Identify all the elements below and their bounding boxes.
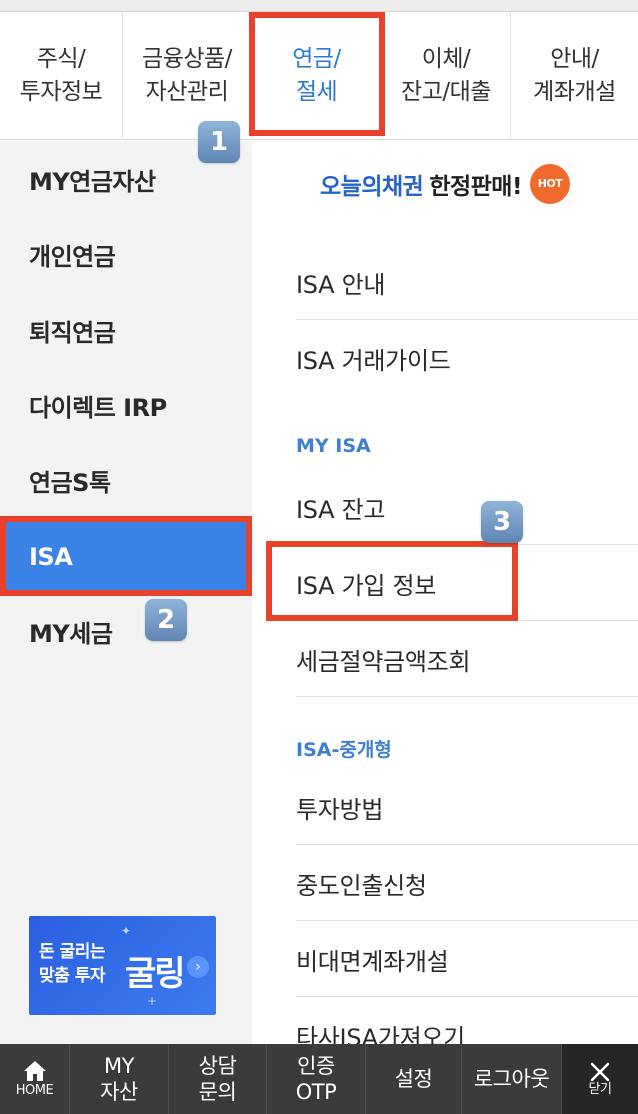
banner-line-1: 돈 굴리는 — [39, 942, 105, 962]
gulling-promo-banner[interactable]: ✦ + 돈 굴리는 맞춤 투자 굴링 › — [29, 916, 216, 1015]
step-3-badge: 3 — [481, 501, 523, 543]
step-1-badge: 1 — [198, 121, 240, 163]
promo-highlight: 오늘의채권 — [320, 174, 424, 200]
left-menu-my-tax[interactable]: MY세금 — [0, 593, 252, 669]
my-assets-button[interactable]: MY 자산 — [70, 1044, 169, 1114]
step-2-badge: 2 — [145, 599, 187, 641]
settings-button[interactable]: 설정 — [366, 1044, 462, 1114]
close-button[interactable]: 닫기 — [562, 1044, 638, 1114]
banner-text: 돈 굴리는 맞춤 투자 — [39, 940, 105, 988]
sparkle-icon: + — [147, 994, 158, 1008]
tab-label: 금융상품/ 자산관리 — [142, 46, 232, 105]
highlight-box-pension-tab — [249, 12, 385, 136]
tab-guide-account[interactable]: 안내/ 계좌개설 — [511, 12, 638, 140]
home-label: HOME — [15, 1083, 54, 1098]
consultation-button[interactable]: 상담 문의 — [169, 1044, 267, 1114]
tab-label: 주식/ 투자정보 — [19, 46, 103, 105]
close-label: 닫기 — [588, 1082, 612, 1097]
bottom-navigation-bar: HOME MY 자산 상담 문의 인증 OTP 설정 로그아웃 닫기 — [0, 1044, 638, 1114]
hot-badge-icon: HOT — [529, 164, 570, 204]
sparkle-icon: ✦ — [121, 924, 132, 938]
banner-line-2: 맞춤 투자 — [39, 966, 105, 986]
banner-brand: 굴링 — [125, 954, 186, 994]
submenu-isa-balance[interactable]: ISA 잔고 — [296, 470, 638, 545]
left-menu-direct-irp[interactable]: 다이렉트 IRP — [0, 367, 252, 443]
bond-promo[interactable]: 오늘의채권 한정판매! HOT — [252, 141, 638, 227]
arrow-right-icon: › — [187, 956, 209, 978]
left-menu-personal-pension[interactable]: 개인연금 — [0, 216, 252, 292]
submenu-tax-saving-inquiry[interactable]: 세금절약금액조회 — [296, 622, 638, 697]
highlight-box-isa-subscription — [266, 541, 518, 621]
tab-stocks[interactable]: 주식/ 투자정보 — [0, 12, 123, 140]
left-menu-pension-stalk[interactable]: 연금S톡 — [0, 442, 252, 518]
close-icon — [590, 1062, 610, 1082]
top-status-strip — [0, 0, 638, 12]
section-my-isa: MY ISA — [296, 435, 371, 457]
section-isa-brokerage: ISA-중개형 — [296, 739, 392, 761]
tab-transfer-balance[interactable]: 이체/ 잔고/대출 — [382, 12, 511, 140]
submenu-investment-method[interactable]: 투자방법 — [296, 770, 638, 845]
auth-otp-button[interactable]: 인증 OTP — [267, 1044, 366, 1114]
home-button[interactable]: HOME — [0, 1044, 70, 1114]
left-menu-retirement-pension[interactable]: 퇴직연금 — [0, 292, 252, 368]
submenu-non-face-account[interactable]: 비대면계좌개설 — [296, 922, 638, 997]
submenu-midway-withdrawal[interactable]: 중도인출신청 — [296, 846, 638, 921]
logout-button[interactable]: 로그아웃 — [462, 1044, 562, 1114]
highlight-box-isa — [0, 516, 252, 596]
submenu-isa-guide[interactable]: ISA 안내 — [296, 245, 638, 320]
promo-text: 한정판매! — [429, 174, 522, 200]
home-icon — [23, 1061, 46, 1081]
submenu-isa-trade-guide[interactable]: ISA 거래가이드 — [296, 321, 638, 396]
tab-label: 안내/ 계좌개설 — [533, 46, 616, 105]
tab-label: 이체/ 잔고/대출 — [401, 46, 491, 105]
